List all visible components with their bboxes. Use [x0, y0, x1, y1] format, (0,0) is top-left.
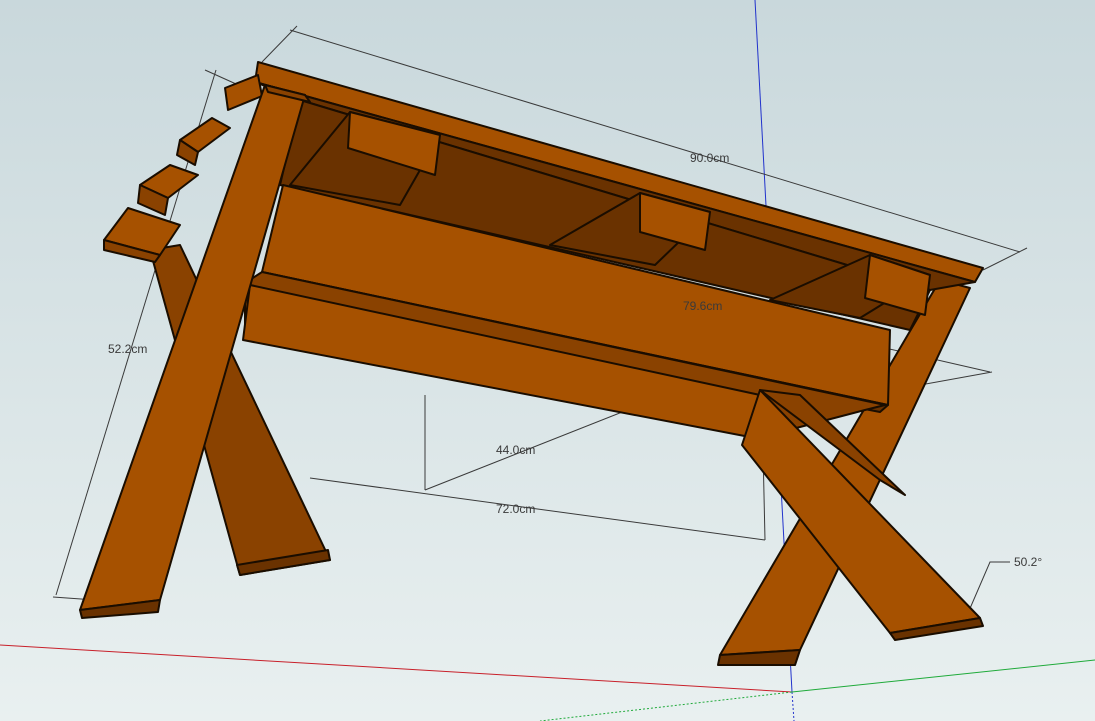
dim-inner-length: 79.6cm	[683, 299, 722, 313]
dim-depth: 44.0cm	[496, 443, 535, 457]
sketchup-viewport[interactable]: 90.0cm 79.6cm 52.2cm 44.0cm 72.0cm 50.2°	[0, 0, 1095, 721]
dim-leg-angle: 50.2°	[1014, 555, 1042, 569]
dim-leg-span: 72.0cm	[496, 502, 535, 516]
dim-top-length: 90.0cm	[690, 151, 729, 165]
model-canvas[interactable]: 90.0cm 79.6cm 52.2cm 44.0cm 72.0cm 50.2°	[0, 0, 1095, 721]
dim-height: 52.2cm	[108, 342, 147, 356]
